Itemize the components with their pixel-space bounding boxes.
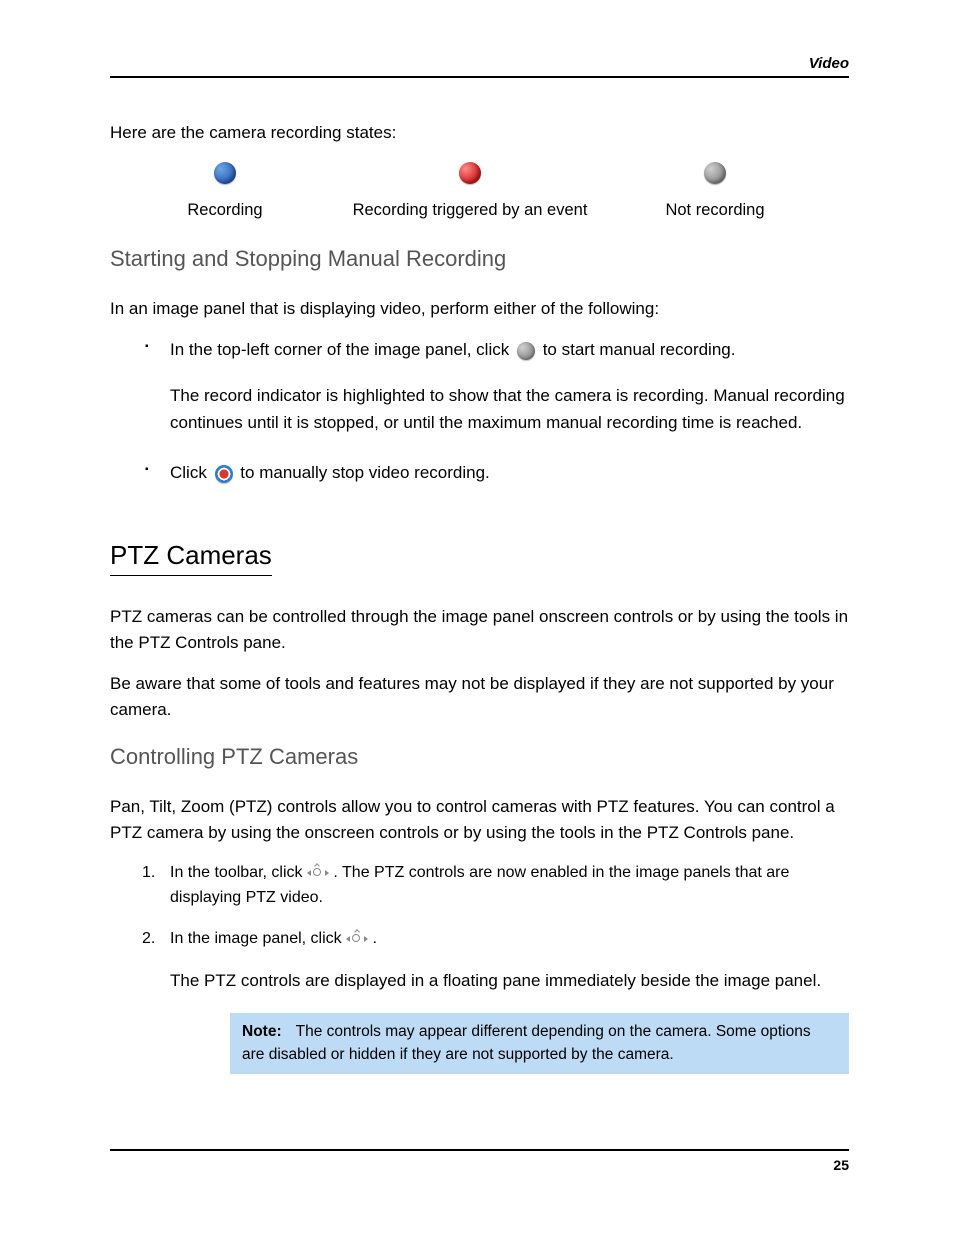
- step-1: 1. In the toolbar, click . The PTZ contr…: [170, 861, 849, 911]
- step-1-pre: In the toolbar, click: [170, 864, 307, 881]
- state-recording: Recording: [110, 162, 340, 220]
- recording-states-row: Recording Recording triggered by an even…: [110, 162, 849, 220]
- bullet-start-post: to start manual recording.: [543, 340, 736, 359]
- step-1-marker: 1.: [142, 861, 155, 886]
- page-number: 25: [110, 1157, 849, 1173]
- heading-controlling-ptz: Controlling PTZ Cameras: [110, 744, 849, 770]
- ptz-toolbar-icon: [309, 866, 327, 880]
- orb-red-icon: [459, 162, 481, 184]
- page-content: Here are the camera recording states: Re…: [110, 78, 849, 1074]
- state-recording-event: Recording triggered by an event: [340, 162, 600, 220]
- intro-text: Here are the camera recording states:: [110, 120, 849, 146]
- step-2-pre: In the image panel, click: [170, 930, 346, 947]
- state-not-recording: Not recording: [600, 162, 830, 220]
- ptz-panel-icon: [348, 932, 366, 946]
- document-page: Video Here are the camera recording stat…: [0, 0, 954, 1235]
- heading-ptz-cameras: PTZ Cameras: [110, 540, 272, 576]
- note-text: The controls may appear different depend…: [242, 1023, 811, 1062]
- bullet-stop-pre: Click: [170, 463, 212, 482]
- header-section-title: Video: [809, 55, 849, 72]
- bullet-start-recording: In the top-left corner of the image pane…: [170, 337, 849, 363]
- record-stop-icon: [215, 465, 233, 483]
- page-footer: 25: [110, 1149, 849, 1173]
- note-box: Note: The controls may appear different …: [230, 1013, 849, 1074]
- heading-start-stop: Starting and Stopping Manual Recording: [110, 246, 849, 272]
- bullet-start-sub: The record indicator is highlighted to s…: [170, 383, 849, 436]
- note-label: Note:: [242, 1023, 282, 1040]
- step-2-post: .: [373, 930, 377, 947]
- step-2-sub: The PTZ controls are displayed in a floa…: [170, 968, 849, 994]
- bullet-stop-recording: Click to manually stop video recording.: [170, 460, 849, 486]
- state-recording-label: Recording: [187, 201, 262, 219]
- orb-gray-icon: [704, 162, 726, 184]
- start-stop-lead: In an image panel that is displaying vid…: [110, 296, 849, 322]
- footer-rule: [110, 1149, 849, 1151]
- state-not-recording-label: Not recording: [665, 201, 764, 219]
- state-recording-event-label: Recording triggered by an event: [353, 201, 588, 219]
- header-rule: [110, 76, 849, 78]
- bullet-start-pre: In the top-left corner of the image pane…: [170, 340, 514, 359]
- step-2: 2. In the image panel, click .: [170, 927, 849, 952]
- bullet-stop-post: to manually stop video recording.: [240, 463, 489, 482]
- orb-blue-icon: [214, 162, 236, 184]
- step-2-marker: 2.: [142, 927, 155, 952]
- record-start-icon: [517, 342, 535, 360]
- controlling-ptz-lead: Pan, Tilt, Zoom (PTZ) controls allow you…: [110, 794, 849, 845]
- page-header: Video: [110, 0, 849, 78]
- ptz-p2: Be aware that some of tools and features…: [110, 671, 849, 722]
- ptz-p1: PTZ cameras can be controlled through th…: [110, 604, 849, 655]
